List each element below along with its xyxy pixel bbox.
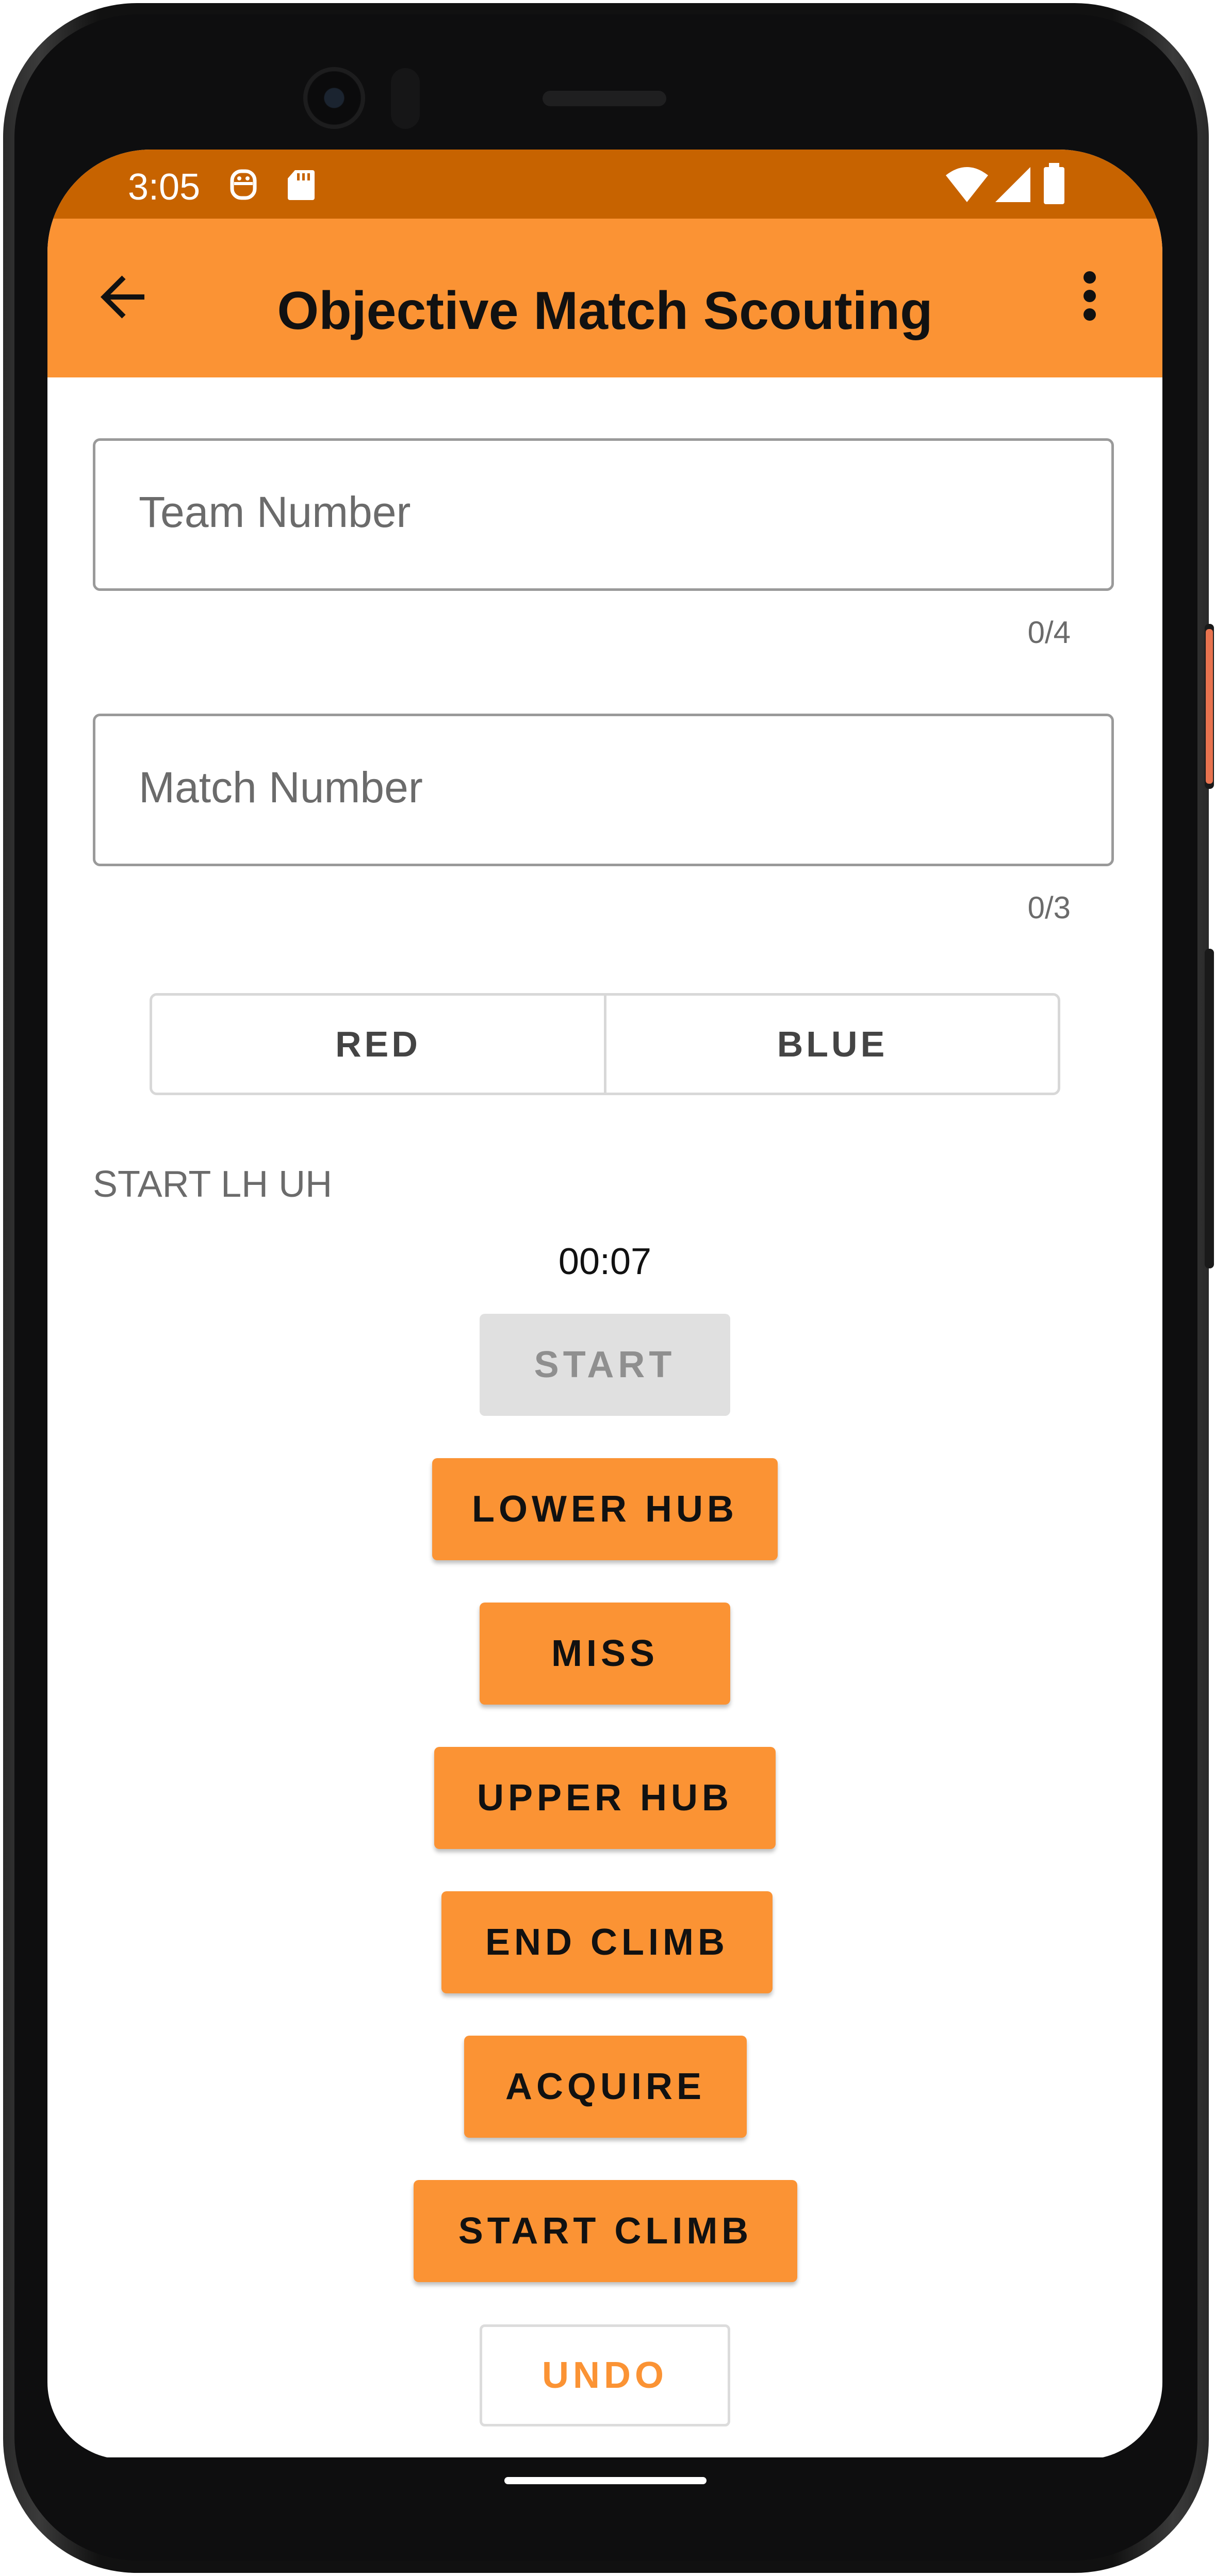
match-number-counter: 0/3 [1027,890,1071,925]
team-number-placeholder: Team Number [139,488,411,536]
lower-hub-button[interactable]: LOWER HUB [432,1458,778,1560]
wifi-icon [945,165,989,207]
signal-icon [994,165,1031,207]
front-camera [303,67,365,129]
more-vert-icon[interactable] [1082,269,1097,325]
battery-icon [1043,163,1065,208]
alliance-blue-button[interactable]: BLUE [606,996,1058,1093]
start-button[interactable]: START [480,1314,730,1416]
team-number-field[interactable]: Team Number [93,438,1114,591]
undo-button[interactable]: UNDO [480,2324,730,2426]
status-bar: 3:05 [47,150,1162,219]
team-number-counter: 0/4 [1027,615,1071,650]
upper-hub-button[interactable]: UPPER HUB [434,1747,776,1849]
miss-button[interactable]: MISS [480,1603,730,1705]
app-notification-icon [227,168,260,204]
status-time: 3:05 [128,167,201,208]
power-button-accent [1206,629,1213,784]
match-timer: 00:07 [558,1241,652,1282]
screen: 3:05 Objective Match Scouting Team Numbe… [47,150,1162,2459]
sd-card-icon [286,168,317,204]
end-climb-button[interactable]: END CLIMB [441,1891,773,1993]
earpiece-speaker [543,91,666,106]
start-climb-button[interactable]: START CLIMB [414,2180,797,2282]
page-title: Objective Match Scouting [277,281,933,341]
event-log-text: START LH UH [93,1164,333,1205]
home-gesture-pill[interactable] [504,2477,707,2484]
volume-button [1205,949,1214,1268]
acquire-button[interactable]: ACQUIRE [464,2036,747,2138]
match-number-placeholder: Match Number [139,763,423,812]
alliance-toggle-group: RED BLUE [150,993,1060,1095]
match-number-field[interactable]: Match Number [93,714,1114,866]
alliance-red-button[interactable]: RED [152,996,604,1093]
app-bar: Objective Match Scouting [47,219,1162,377]
proximity-sensor [391,68,420,129]
